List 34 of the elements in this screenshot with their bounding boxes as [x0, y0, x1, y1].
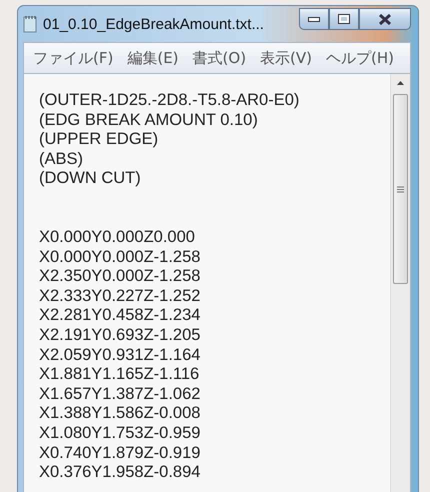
text-line: (OUTER-1D25.-2D8.-T5.8-AR0-E0) [39, 91, 300, 111]
maximize-icon [338, 14, 350, 24]
text-line: X0.740Y1.879Z-0.919 [39, 444, 202, 464]
minimize-icon [308, 16, 320, 22]
notepad-icon [23, 15, 37, 33]
text-line: X1.388Y1.586Z-0.008 [39, 404, 202, 424]
up-arrow-icon [397, 81, 404, 85]
menu-item[interactable]: 編集(E) [120, 48, 186, 68]
grip-icon [397, 186, 404, 192]
close-button[interactable] [359, 8, 411, 30]
text-line: X1.881Y1.165Z-1.116 [39, 365, 200, 385]
text-line: X2.333Y0.227Z-1.252 [39, 286, 202, 306]
text-line: X1.080Y1.753Z-0.959 [39, 424, 202, 444]
text-line: X2.059Y0.931Z-1.164 [39, 346, 202, 366]
minimize-button[interactable] [299, 8, 329, 30]
text-line: X0.000Y0.000Z0.000 [39, 228, 196, 248]
text-line: (ABS) [39, 150, 84, 170]
text-line: X1.657Y1.387Z-1.062 [39, 384, 202, 404]
text-line: X2.191Y0.693Z-1.205 [39, 326, 202, 346]
text-line: X0.000Y0.000Z-1.258 [39, 248, 202, 268]
text-line: X0.376Y1.958Z-0.894 [39, 463, 202, 483]
close-icon [379, 14, 391, 24]
text-line: X2.281Y0.458Z-1.234 [39, 306, 202, 326]
text-line: (EDG BREAK AMOUNT 0.10) [39, 110, 259, 130]
menu-item[interactable]: ヘルプ(H) [319, 48, 401, 68]
text-line: (UPPER EDGE) [39, 130, 160, 150]
window-title: 01_0.10_EdgeBreakAmount.txt... [43, 16, 265, 32]
menu-item[interactable]: ファイル(F) [26, 48, 120, 68]
maximize-button[interactable] [329, 8, 359, 30]
text-line: X2.350Y0.000Z-1.258 [39, 267, 202, 287]
scrollbar-thumb[interactable] [393, 94, 408, 284]
menu-item[interactable]: 表示(V) [253, 48, 320, 68]
menu-item[interactable]: 書式(O) [186, 48, 254, 68]
text-line: (DOWN CUT) [39, 169, 142, 189]
